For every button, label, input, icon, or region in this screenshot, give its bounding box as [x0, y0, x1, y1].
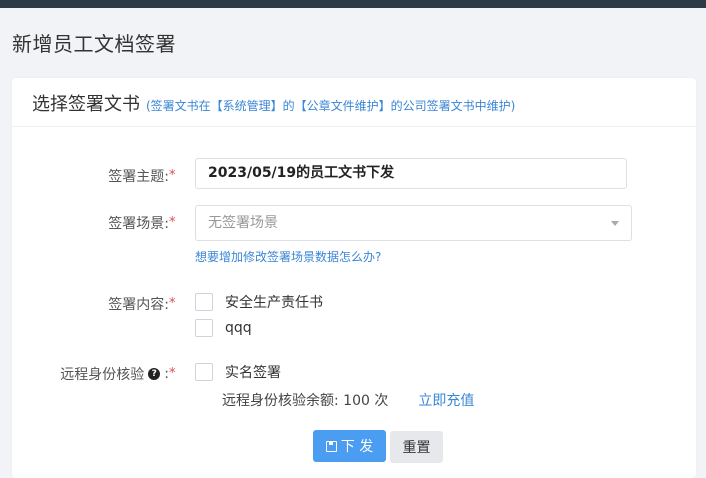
question-circle-icon[interactable]: ?: [148, 368, 161, 380]
scene-select[interactable]: 无签署场景: [195, 205, 632, 241]
section-title: 选择签署文书: [32, 94, 140, 115]
save-icon: [325, 440, 337, 452]
scene-select-placeholder: 无签署场景: [208, 215, 278, 231]
scene-help-link[interactable]: 想要增加修改签署场景数据怎么办?: [195, 248, 381, 265]
content-required-mark: *: [169, 296, 176, 311]
section-divider: [12, 126, 696, 127]
content-option-label: qqq: [225, 320, 252, 336]
verify-option-realname[interactable]: 实名签署: [195, 362, 281, 382]
verify-label: 远程身份核验 ? :: [60, 364, 169, 384]
verify-required-mark: *: [169, 366, 176, 381]
checkbox[interactable]: [195, 363, 213, 381]
content-label: 签署内容:: [108, 297, 169, 313]
subject-label: 签署主题:: [108, 169, 169, 185]
chevron-down-icon: [611, 221, 619, 226]
reset-button-label: 重置: [402, 440, 431, 456]
subject-required-mark: *: [169, 168, 176, 183]
content-option-qqq[interactable]: qqq: [195, 319, 252, 337]
verify-balance-text: 远程身份核验余额: 100 次: [222, 393, 389, 409]
content-option-safety[interactable]: 安全生产责任书: [195, 292, 323, 312]
form-card: 选择签署文书 (签署文书在【系统管理】的【公章文件维护】的公司签署文书中维护) …: [12, 78, 696, 478]
verify-label-text: 远程身份核验: [60, 367, 145, 383]
content-option-label: 安全生产责任书: [225, 295, 323, 311]
scene-label: 签署场景:: [108, 216, 169, 232]
checkbox[interactable]: [195, 319, 213, 337]
submit-button-label: 下 发: [340, 439, 374, 455]
subject-input[interactable]: 2023/05/19的员工文书下发: [195, 158, 627, 189]
section-note: (签署文书在【系统管理】的【公章文件维护】的公司签署文书中维护): [146, 99, 516, 113]
checkbox[interactable]: [195, 293, 213, 311]
verify-option-label: 实名签署: [225, 365, 281, 381]
scene-required-mark: *: [169, 215, 176, 230]
verify-balance: 远程身份核验余额: 100 次 立即充值: [222, 390, 474, 410]
recharge-link[interactable]: 立即充值: [418, 390, 474, 410]
page-title: 新增员工文档签署: [12, 32, 176, 56]
top-navbar: [0, 0, 706, 8]
submit-button[interactable]: 下 发: [313, 430, 386, 462]
section-header: 选择签署文书 (签署文书在【系统管理】的【公章文件维护】的公司签署文书中维护): [32, 90, 515, 116]
reset-button[interactable]: 重置: [390, 431, 443, 463]
